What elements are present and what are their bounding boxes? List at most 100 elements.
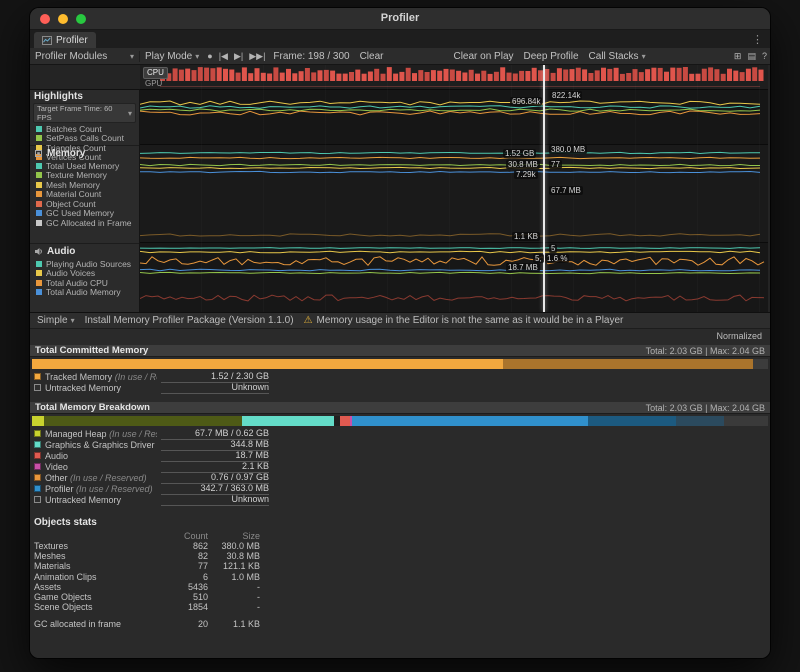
series-swatch bbox=[36, 270, 42, 276]
legend-label: Other (In use / Reserved) bbox=[45, 473, 157, 483]
legend-swatch bbox=[34, 463, 41, 470]
call-stacks-dropdown[interactable]: Call Stacks ▾ bbox=[584, 51, 651, 62]
view-mode-dropdown[interactable]: Simple ▾ bbox=[37, 315, 75, 326]
highlights-title: Highlights bbox=[30, 90, 139, 103]
chart-canvas bbox=[140, 65, 768, 312]
legend-swatch bbox=[34, 496, 41, 503]
committed-memory-bar[interactable] bbox=[32, 359, 768, 369]
highlights-section: Highlights Target Frame Time: 60 FPS ▾ B… bbox=[30, 90, 139, 145]
table-row: Game Objects510- bbox=[34, 592, 770, 602]
profiler-modules-dropdown[interactable]: Profiler Modules ▾ bbox=[30, 51, 140, 62]
legend-swatch bbox=[34, 430, 41, 437]
bar-segment bbox=[753, 359, 768, 369]
memory-section-header[interactable]: Memory bbox=[30, 147, 139, 160]
module-sidebar: Highlights Target Frame Time: 60 FPS ▾ B… bbox=[30, 89, 140, 312]
legend-row: Other (In use / Reserved) 0.76 / 0.97 GB bbox=[34, 472, 770, 483]
gpu-track-label[interactable]: GPU bbox=[145, 79, 162, 88]
objects-stats-title: Objects stats bbox=[34, 517, 770, 530]
table-row: Materials77121.1 KB bbox=[34, 561, 770, 571]
series-toggle[interactable]: Batches Count bbox=[30, 124, 139, 134]
bar-segment bbox=[242, 416, 334, 426]
memory-details-panel: Normalized Total Committed Memory Total:… bbox=[30, 329, 770, 658]
legend-row: Managed Heap (In use / Reserved) 67.7 MB… bbox=[34, 428, 770, 439]
legend-swatch bbox=[34, 441, 41, 448]
clear-button[interactable]: Clear bbox=[355, 51, 389, 62]
table-row: Assets5436- bbox=[34, 582, 770, 592]
objects-stats: Objects stats Count Size Textures862380.… bbox=[34, 517, 770, 630]
bar-segment bbox=[588, 416, 676, 426]
install-package-button[interactable]: Install Memory Profiler Package (Version… bbox=[85, 315, 294, 326]
details-view-icon[interactable]: ▤ bbox=[744, 51, 759, 62]
bar-segment bbox=[724, 416, 768, 426]
chart-area[interactable]: CPU GPU 822.14k696.84k380.0 MB1.52 GB30.… bbox=[140, 65, 768, 312]
legend-row: Profiler (In use / Reserved) 342.7 / 363… bbox=[34, 483, 770, 494]
series-swatch bbox=[36, 182, 42, 188]
series-toggle[interactable]: Mesh Memory bbox=[30, 180, 139, 190]
clear-on-play-toggle[interactable]: Clear on Play bbox=[448, 51, 518, 62]
bar-segment bbox=[32, 359, 503, 369]
cpu-track-label[interactable]: CPU bbox=[143, 67, 168, 79]
series-toggle[interactable]: SetPass Calls Count bbox=[30, 134, 139, 144]
normalized-toggle[interactable]: Normalized bbox=[716, 331, 762, 341]
series-swatch bbox=[36, 220, 42, 226]
legend-row: Audio 18.7 MB bbox=[34, 450, 770, 461]
series-swatch bbox=[36, 280, 42, 286]
current-frame-button[interactable]: ▶▶| bbox=[246, 51, 268, 62]
series-toggle[interactable]: Total Audio CPU bbox=[30, 278, 139, 288]
section-title: Total Memory Breakdown bbox=[35, 402, 150, 413]
deep-profile-toggle[interactable]: Deep Profile bbox=[519, 51, 584, 62]
audio-section-header[interactable]: Audio bbox=[30, 245, 139, 258]
tab-label: Profiler bbox=[56, 35, 88, 46]
legend-label: Graphics & Graphics Driver bbox=[45, 440, 157, 450]
legend-swatch bbox=[34, 373, 41, 380]
section-totals: Total: 2.03 GB | Max: 2.04 GB bbox=[646, 403, 765, 413]
chevron-down-icon: ▾ bbox=[128, 109, 132, 118]
tab-bar: Profiler ⋮ bbox=[30, 30, 770, 48]
chevron-down-icon: ▾ bbox=[130, 52, 134, 61]
next-frame-button[interactable]: ▶| bbox=[231, 51, 246, 62]
tab-profiler[interactable]: Profiler bbox=[34, 32, 96, 48]
table-row: Animation Clips61.0 MB bbox=[34, 572, 770, 582]
series-toggle[interactable]: Playing Audio Sources bbox=[30, 259, 139, 269]
series-toggle[interactable]: Audio Voices bbox=[30, 269, 139, 279]
profiler-tab-icon bbox=[42, 36, 52, 45]
series-toggle[interactable]: GC Used Memory bbox=[30, 209, 139, 219]
series-swatch bbox=[36, 191, 42, 197]
series-toggle[interactable]: Texture Memory bbox=[30, 171, 139, 181]
memory-breakdown-header: Total Memory Breakdown Total: 2.03 GB | … bbox=[30, 401, 770, 414]
kebab-menu-icon[interactable]: ⋮ bbox=[752, 33, 770, 48]
chevron-down-icon: ▾ bbox=[195, 52, 199, 61]
legend-value: Unknown bbox=[161, 382, 269, 394]
record-icon[interactable]: ● bbox=[204, 51, 215, 61]
series-swatch bbox=[36, 126, 42, 132]
series-swatch bbox=[36, 172, 42, 178]
profiler-toolbar: Profiler Modules ▾ Play Mode ▾ ● |◀ ▶| ▶… bbox=[30, 48, 770, 65]
series-toggle[interactable]: Material Count bbox=[30, 190, 139, 200]
series-swatch bbox=[36, 135, 42, 141]
legend-label: Tracked Memory (In use / Reserved) bbox=[45, 372, 157, 382]
help-icon[interactable]: ? bbox=[759, 51, 770, 61]
series-toggle[interactable]: Object Count bbox=[30, 199, 139, 209]
target-frame-time-dropdown[interactable]: Target Frame Time: 60 FPS ▾ bbox=[33, 103, 136, 123]
legend-label: Untracked Memory bbox=[45, 495, 157, 505]
series-swatch bbox=[36, 261, 42, 267]
section-totals: Total: 2.03 GB | Max: 2.04 GB bbox=[646, 346, 765, 356]
prev-frame-button[interactable]: |◀ bbox=[216, 51, 231, 62]
series-swatch bbox=[36, 163, 42, 169]
pane-layout-icon[interactable]: ⊞ bbox=[731, 51, 745, 62]
breakdown-legend: Managed Heap (In use / Reserved) 67.7 MB… bbox=[34, 428, 770, 505]
selected-frame-indicator[interactable] bbox=[543, 65, 545, 312]
series-toggle[interactable]: Total Used Memory bbox=[30, 161, 139, 171]
legend-row: Untracked Memory Unknown bbox=[34, 494, 770, 505]
memory-breakdown-bar[interactable] bbox=[32, 416, 768, 426]
legend-swatch bbox=[34, 485, 41, 492]
profiler-main: Highlights Target Frame Time: 60 FPS ▾ B… bbox=[30, 65, 770, 312]
editor-warning-text: Memory usage in the Editor is not the sa… bbox=[317, 315, 624, 326]
play-mode-dropdown[interactable]: Play Mode ▾ bbox=[140, 51, 204, 62]
memory-module-icon bbox=[34, 149, 43, 158]
series-toggle[interactable]: Total Audio Memory bbox=[30, 288, 139, 298]
bar-segment bbox=[32, 416, 44, 426]
series-toggle[interactable]: GC Allocated in Frame bbox=[30, 218, 139, 228]
section-title: Total Committed Memory bbox=[35, 345, 148, 356]
profiler-window: Profiler Profiler ⋮ Profiler Modules ▾ P… bbox=[30, 8, 770, 658]
